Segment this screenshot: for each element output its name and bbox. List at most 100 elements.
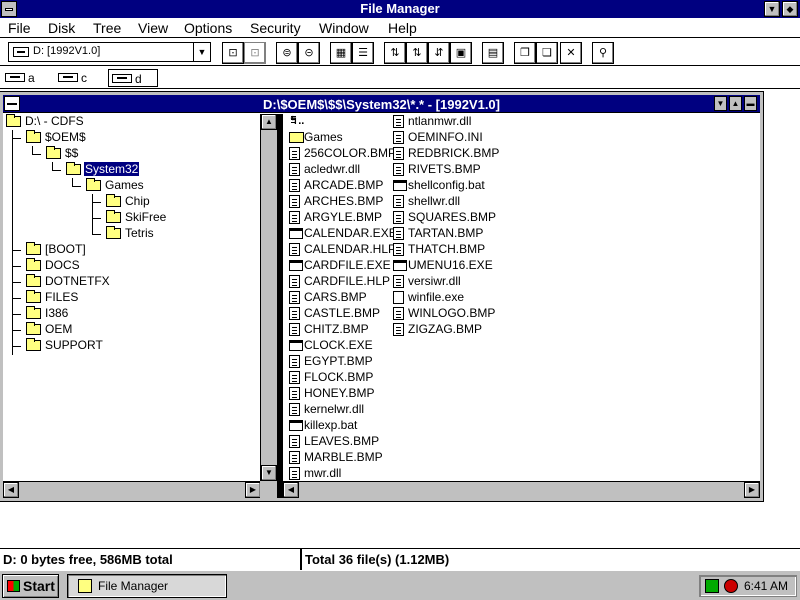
file-item[interactable]: acledwr.dll bbox=[286, 161, 360, 177]
file-item[interactable]: ARCHES.BMP bbox=[286, 193, 383, 209]
file-item[interactable]: killexp.bat bbox=[286, 417, 357, 433]
file-item[interactable]: RIVETS.BMP bbox=[390, 161, 481, 177]
file-item[interactable]: CLOCK.EXE bbox=[286, 337, 373, 353]
directory-window-titlebar[interactable]: D:\$OEM$\$$\System32\*.* - [1992V1.0] ▼ … bbox=[3, 95, 760, 113]
menu-window[interactable]: Window bbox=[317, 19, 371, 37]
file-item[interactable]: ARGYLE.BMP bbox=[286, 209, 382, 225]
taskbar-item-file-manager[interactable]: File Manager bbox=[67, 574, 227, 598]
large-icons-view-button[interactable]: ▦ bbox=[330, 42, 352, 64]
menu-help[interactable]: Help bbox=[386, 19, 419, 37]
child-minimize-button[interactable]: ▼ bbox=[714, 96, 727, 111]
tree-horizontal-scrollbar[interactable]: ◀ ▶ bbox=[3, 481, 261, 498]
help-pointer-button[interactable]: ⚲ bbox=[592, 42, 614, 64]
tree-item-i386[interactable]: I386 bbox=[26, 305, 69, 321]
tree-item-skifree[interactable]: SkiFree bbox=[106, 209, 167, 225]
stop-sharing-button[interactable]: ⊝ bbox=[298, 42, 320, 64]
tree-item-files[interactable]: FILES bbox=[26, 289, 79, 305]
menu-options[interactable]: Options bbox=[182, 19, 234, 37]
tree-item-games[interactable]: Games bbox=[86, 177, 145, 193]
system-menu-button[interactable] bbox=[1, 1, 17, 17]
file-item[interactable]: ZIGZAG.BMP bbox=[390, 321, 482, 337]
copy-button[interactable]: ❐ bbox=[514, 42, 536, 64]
connect-network-drive-button[interactable]: ⊡ bbox=[222, 42, 244, 64]
clock[interactable]: 6:41 AM bbox=[744, 579, 788, 593]
new-window-button[interactable]: ▤ bbox=[482, 42, 504, 64]
tree-item-docs[interactable]: DOCS bbox=[26, 257, 81, 273]
child-maximize-button[interactable]: ▲ bbox=[729, 96, 742, 111]
file-item[interactable]: 256COLOR.BMP bbox=[286, 145, 396, 161]
drive-d[interactable]: d bbox=[108, 69, 158, 87]
tree-item-boot[interactable]: [BOOT] bbox=[26, 241, 87, 257]
file-item[interactable]: winfile.exe bbox=[390, 289, 464, 305]
tree-item-oem-folder[interactable]: OEM bbox=[26, 321, 73, 337]
menu-file[interactable]: File bbox=[6, 19, 33, 37]
file-item[interactable]: CALENDAR.EXE bbox=[286, 225, 397, 241]
file-item[interactable]: ↰.. bbox=[286, 113, 304, 129]
file-item[interactable]: CARS.BMP bbox=[286, 289, 367, 305]
child-system-menu-button[interactable] bbox=[4, 96, 20, 111]
tree-item-chip[interactable]: Chip bbox=[106, 193, 151, 209]
file-list-pane[interactable]: ↰.. Games 256COLOR.BMP acledwr.dll ARCADE.BM… bbox=[283, 114, 760, 498]
drive-c[interactable]: c bbox=[55, 69, 87, 87]
file-item[interactable]: ntlanmwr.dll bbox=[390, 113, 471, 129]
file-item[interactable]: REDBRICK.BMP bbox=[390, 145, 499, 161]
menu-tree[interactable]: Tree bbox=[91, 19, 123, 37]
file-item[interactable]: MARBLE.BMP bbox=[286, 449, 383, 465]
file-item[interactable]: THATCH.BMP bbox=[390, 241, 485, 257]
drive-select[interactable]: D: [1992V1.0] ▼ bbox=[8, 42, 211, 62]
scroll-left-button[interactable]: ◀ bbox=[3, 482, 19, 498]
sort-by-size-button[interactable]: ⇵ bbox=[428, 42, 450, 64]
chevron-down-icon[interactable]: ▼ bbox=[193, 43, 210, 61]
file-item[interactable]: Games bbox=[286, 129, 343, 145]
file-item[interactable]: CARDFILE.HLP bbox=[286, 273, 390, 289]
scroll-up-button[interactable]: ▲ bbox=[261, 114, 277, 130]
file-item[interactable]: versiwr.dll bbox=[390, 273, 461, 289]
tree-item-dotnetfx[interactable]: DOTNETFX bbox=[26, 273, 111, 289]
file-item[interactable]: shellconfig.bat bbox=[390, 177, 485, 193]
sort-by-date-button[interactable]: ▣ bbox=[450, 42, 472, 64]
file-item[interactable]: UMENU16.EXE bbox=[390, 257, 493, 273]
sort-by-type-button[interactable]: ⇅ bbox=[406, 42, 428, 64]
tree-vertical-scrollbar[interactable]: ▲ ▼ bbox=[260, 114, 277, 481]
file-item[interactable]: mwr.dll bbox=[286, 465, 341, 481]
file-item[interactable]: CALENDAR.HLP bbox=[286, 241, 396, 257]
drive-a[interactable]: a bbox=[2, 69, 35, 87]
security-shield-icon[interactable] bbox=[724, 579, 738, 593]
tree-item-root[interactable]: D:\ - CDFS bbox=[6, 113, 85, 129]
menu-security[interactable]: Security bbox=[248, 19, 303, 37]
file-item[interactable]: shellwr.dll bbox=[390, 193, 460, 209]
delete-button[interactable]: ✕ bbox=[560, 42, 582, 64]
file-item[interactable]: CHITZ.BMP bbox=[286, 321, 369, 337]
share-as-button[interactable]: ⊜ bbox=[276, 42, 298, 64]
file-item[interactable]: SQUARES.BMP bbox=[390, 209, 496, 225]
tree-item-tetris[interactable]: Tetris bbox=[106, 225, 155, 241]
file-horizontal-scrollbar[interactable]: ◀ ▶ bbox=[283, 481, 760, 498]
restore-button[interactable]: ◆ bbox=[782, 1, 798, 17]
scroll-down-button[interactable]: ▼ bbox=[261, 465, 277, 481]
file-item[interactable]: OEMINFO.INI bbox=[390, 129, 483, 145]
tree-item-system32[interactable]: System32 bbox=[66, 161, 140, 177]
tree-item-support[interactable]: SUPPORT bbox=[26, 337, 104, 353]
tree-item-oem[interactable]: $OEM$ bbox=[26, 129, 87, 145]
directory-window[interactable]: D:\$OEM$\$$\System32\*.* - [1992V1.0] ▼ … bbox=[0, 91, 764, 502]
tree-item-dollar[interactable]: $$ bbox=[46, 145, 79, 161]
file-item[interactable]: EGYPT.BMP bbox=[286, 353, 373, 369]
file-item[interactable]: FLOCK.BMP bbox=[286, 369, 373, 385]
network-icon[interactable] bbox=[705, 579, 719, 593]
minimize-button[interactable]: ▼ bbox=[764, 1, 780, 17]
file-item[interactable]: LEAVES.BMP bbox=[286, 433, 379, 449]
scroll-left-button[interactable]: ◀ bbox=[283, 482, 299, 498]
file-item[interactable]: CARDFILE.EXE bbox=[286, 257, 391, 273]
scroll-right-button[interactable]: ▶ bbox=[245, 482, 261, 498]
start-button[interactable]: Start bbox=[2, 574, 59, 598]
file-item[interactable]: HONEY.BMP bbox=[286, 385, 374, 401]
file-item[interactable]: WINLOGO.BMP bbox=[390, 305, 495, 321]
file-item[interactable]: ARCADE.BMP bbox=[286, 177, 383, 193]
move-button[interactable]: ❏ bbox=[536, 42, 558, 64]
child-restore-button[interactable]: ▬ bbox=[744, 96, 757, 111]
file-item[interactable]: CASTLE.BMP bbox=[286, 305, 380, 321]
sort-by-name-button[interactable]: ⇅ bbox=[384, 42, 406, 64]
menu-disk[interactable]: Disk bbox=[46, 19, 77, 37]
details-view-button[interactable]: ☰ bbox=[352, 42, 374, 64]
directory-tree-pane[interactable]: D:\ - CDFS $OEM$ $$ System32 Games Chip bbox=[3, 114, 278, 498]
